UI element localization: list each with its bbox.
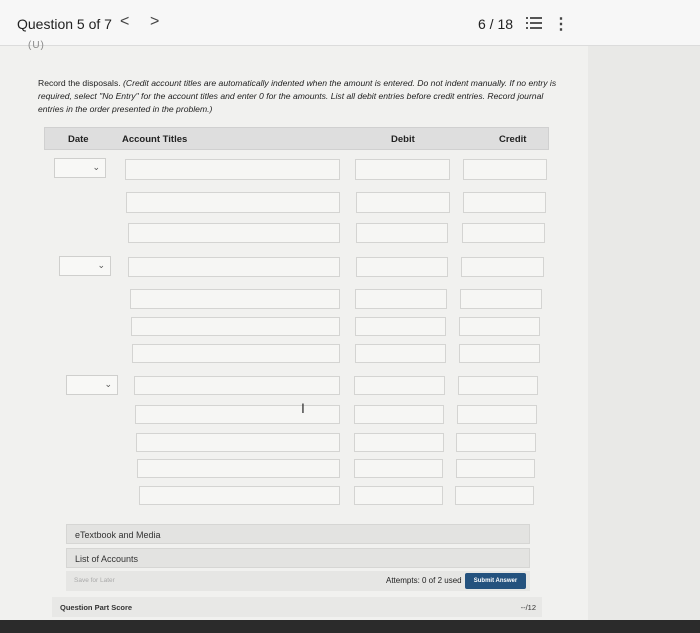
debit-input[interactable] [355, 317, 446, 336]
account-title-input[interactable] [135, 405, 340, 424]
account-title-input[interactable] [130, 289, 340, 309]
side-background [588, 46, 700, 620]
previous-question-button[interactable]: < [120, 13, 129, 31]
text-cursor-icon: I [301, 400, 305, 416]
credit-input[interactable] [458, 376, 538, 395]
etextbook-link-label: eTextbook and Media [75, 530, 161, 540]
credit-input[interactable] [459, 344, 540, 363]
debit-input[interactable] [356, 192, 450, 213]
date-select[interactable]: ⌄ [66, 375, 118, 395]
next-question-button[interactable]: > [150, 13, 159, 31]
account-title-input[interactable] [137, 459, 340, 478]
date-select[interactable]: ⌄ [59, 256, 111, 276]
account-title-input[interactable] [128, 257, 340, 277]
score-label: Question Part Score [60, 603, 133, 612]
part-label: (U) [28, 40, 45, 51]
score-value: --/12 [520, 603, 536, 612]
debit-input[interactable] [354, 405, 444, 424]
credit-input[interactable] [461, 257, 544, 277]
list-icon[interactable] [526, 16, 542, 30]
debit-input[interactable] [354, 459, 443, 478]
list-of-accounts-link[interactable]: List of Accounts [66, 548, 530, 568]
column-header-date: Date [68, 134, 89, 145]
instructions: Record the disposals. (Credit account ti… [38, 77, 558, 116]
question-part-score: Question Part Score --/12 [52, 597, 542, 617]
account-title-input[interactable] [125, 159, 340, 180]
credit-input[interactable] [463, 159, 547, 180]
credit-input[interactable] [460, 289, 542, 309]
question-label: Question 5 of 7 [17, 16, 112, 32]
bottom-band [0, 620, 700, 633]
credit-input[interactable] [456, 459, 535, 478]
account-title-input[interactable] [134, 376, 340, 395]
credit-input[interactable] [455, 486, 534, 505]
chevron-down-icon: ⌄ [92, 162, 100, 172]
account-title-input[interactable] [126, 192, 340, 213]
credit-input[interactable] [457, 405, 537, 424]
debit-input[interactable] [355, 344, 446, 363]
chevron-down-icon: ⌄ [104, 379, 112, 389]
account-title-input[interactable] [136, 433, 340, 452]
save-for-later-button[interactable]: Save for Later [74, 577, 115, 584]
debit-input[interactable] [355, 159, 450, 180]
submission-footer: Save for Later Attempts: 0 of 2 used Sub… [66, 571, 530, 591]
credit-input[interactable] [456, 433, 536, 452]
top-bar: Question 5 of 7 < > 6 / 18 ⋮ [0, 0, 700, 46]
credit-input[interactable] [462, 223, 545, 243]
chevron-down-icon: ⌄ [97, 260, 105, 270]
debit-input[interactable] [354, 433, 444, 452]
submit-answer-button[interactable]: Submit Answer [465, 573, 526, 589]
credit-input[interactable] [459, 317, 540, 336]
debit-input[interactable] [356, 223, 448, 243]
account-title-input[interactable] [132, 344, 340, 363]
debit-input[interactable] [355, 289, 447, 309]
debit-input[interactable] [354, 376, 445, 395]
account-title-input[interactable] [131, 317, 340, 336]
date-select[interactable]: ⌄ [54, 158, 106, 178]
more-options-icon[interactable]: ⋮ [553, 14, 569, 34]
column-header-credit: Credit [499, 134, 527, 145]
list-of-accounts-label: List of Accounts [75, 554, 139, 564]
instructions-lead: Record the disposals. [38, 78, 124, 88]
attempts-counter: Attempts: 0 of 2 used [386, 576, 462, 585]
credit-input[interactable] [463, 192, 546, 213]
etextbook-link[interactable]: eTextbook and Media [66, 524, 530, 544]
debit-input[interactable] [354, 486, 443, 505]
journal-table-header: Date Account Titles Debit Credit [44, 127, 549, 150]
column-header-debit: Debit [391, 134, 415, 145]
account-title-input[interactable] [128, 223, 340, 243]
account-title-input[interactable] [139, 486, 340, 505]
column-header-account-titles: Account Titles [122, 134, 188, 145]
page-count: 6 / 18 [478, 16, 514, 32]
debit-input[interactable] [356, 257, 448, 277]
